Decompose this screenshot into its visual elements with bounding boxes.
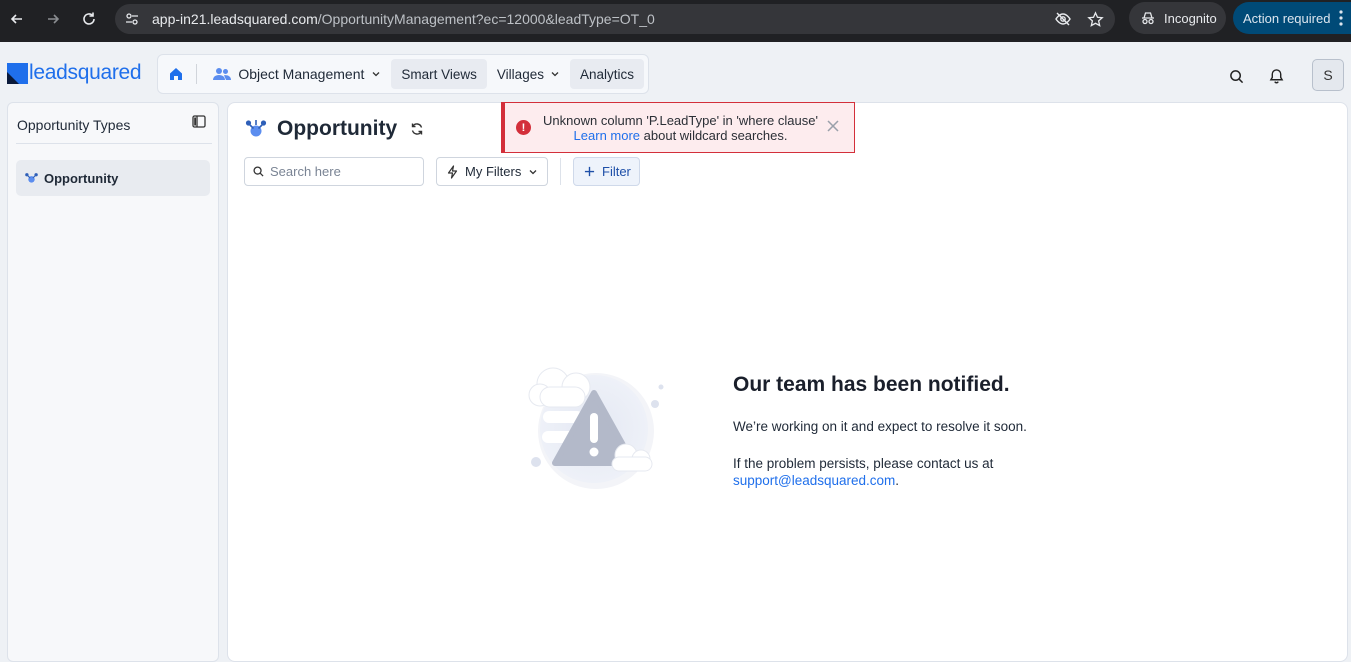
- chevron-down-icon: [551, 72, 559, 77]
- bell-icon[interactable]: [1266, 66, 1286, 86]
- toast-link-suffix: about wildcard searches.: [640, 128, 788, 143]
- villages-menu[interactable]: Villages: [487, 59, 570, 89]
- more-vertical-icon: [1339, 10, 1343, 26]
- url-text: app-in21.leadsquared.com/OpportunityMana…: [152, 11, 655, 27]
- back-icon[interactable]: [5, 7, 29, 31]
- incognito-icon: [1142, 12, 1154, 25]
- warning-illustration: [528, 367, 664, 489]
- sidebar-divider: [16, 143, 212, 144]
- my-filters-label: My Filters: [465, 164, 522, 179]
- smart-views-link[interactable]: Smart Views: [391, 59, 487, 89]
- reload-icon[interactable]: [77, 7, 101, 31]
- home-icon: [170, 68, 183, 80]
- villages-label: Villages: [496, 66, 544, 82]
- users-icon: [213, 68, 232, 80]
- incognito-badge[interactable]: Incognito: [1129, 2, 1226, 34]
- toolbar-divider: [560, 158, 561, 185]
- eye-off-icon[interactable]: [1054, 10, 1072, 28]
- sidebar-title: Opportunity Types: [17, 117, 131, 133]
- my-filters-dropdown[interactable]: My Filters: [436, 157, 548, 186]
- site-settings-icon[interactable]: [123, 10, 141, 28]
- analytics-label: Analytics: [579, 66, 634, 82]
- chevron-down-icon: [529, 169, 537, 174]
- add-filter-button[interactable]: Filter: [573, 157, 640, 186]
- error-contact-line: If the problem persists, please contact …: [733, 456, 994, 471]
- page-header: Opportunity: [245, 117, 425, 141]
- user-avatar[interactable]: S: [1312, 59, 1344, 91]
- sidebar-item-label: Opportunity: [44, 170, 119, 186]
- close-icon[interactable]: [825, 118, 841, 134]
- opportunity-icon: [25, 173, 38, 183]
- error-description: We’re working on it and expect to resolv…: [733, 419, 1027, 434]
- forward-icon[interactable]: [41, 7, 65, 31]
- support-email-link[interactable]: support@leadsquared.com: [733, 473, 895, 488]
- learn-more-link[interactable]: Learn more: [574, 128, 640, 143]
- star-icon[interactable]: [1086, 10, 1104, 28]
- sidebar-collapse-icon[interactable]: [192, 115, 208, 131]
- nav-divider: [196, 64, 198, 84]
- toast-message-text: Unknown column 'P.LeadType' in 'where cl…: [543, 113, 818, 128]
- main-nav: Object Management Smart Views Villages A…: [157, 54, 649, 94]
- incognito-label: Incognito: [1164, 10, 1217, 26]
- main-panel: Opportunity My Filters Filter: [227, 102, 1348, 662]
- error-toast: ! Unknown column 'P.LeadType' in 'where …: [501, 102, 855, 153]
- lightning-icon: [447, 164, 458, 179]
- sidebar-item-opportunity[interactable]: Opportunity: [16, 160, 210, 196]
- email-suffix: .: [895, 473, 900, 488]
- opportunity-icon: [245, 120, 267, 137]
- action-required-label: Action required: [1243, 10, 1331, 26]
- home-button[interactable]: [162, 59, 190, 89]
- app-header: leadsquared Object Management Smart View…: [0, 42, 1351, 102]
- page-title: Opportunity: [277, 117, 398, 140]
- analytics-link[interactable]: Analytics: [569, 59, 644, 89]
- logo-text: leadsquared: [29, 61, 142, 84]
- toast-message: Unknown column 'P.LeadType' in 'where cl…: [538, 113, 823, 143]
- refresh-icon[interactable]: [409, 121, 425, 137]
- search-box[interactable]: [244, 157, 424, 186]
- filter-label: Filter: [602, 164, 631, 179]
- search-icon: [253, 166, 264, 177]
- sidebar: Opportunity Types Opportunity: [7, 102, 219, 662]
- error-contact-text: If the problem persists, please contact …: [733, 455, 993, 489]
- logo-mark: [7, 62, 28, 84]
- chevron-down-icon: [372, 72, 380, 77]
- error-icon: !: [516, 120, 531, 135]
- search-input[interactable]: [270, 164, 410, 179]
- object-management-menu[interactable]: Object Management: [203, 59, 391, 89]
- action-required-button[interactable]: Action required: [1233, 2, 1351, 34]
- object-management-label: Object Management: [238, 66, 365, 82]
- search-icon[interactable]: [1226, 66, 1246, 86]
- address-bar[interactable]: app-in21.leadsquared.com/OpportunityMana…: [115, 4, 1115, 34]
- leadsquared-logo[interactable]: leadsquared: [7, 60, 142, 86]
- smart-views-label: Smart Views: [401, 66, 477, 82]
- plus-icon: [584, 166, 595, 177]
- browser-toolbar: app-in21.leadsquared.com/OpportunityMana…: [0, 0, 1351, 42]
- error-title: Our team has been notified.: [733, 373, 1010, 396]
